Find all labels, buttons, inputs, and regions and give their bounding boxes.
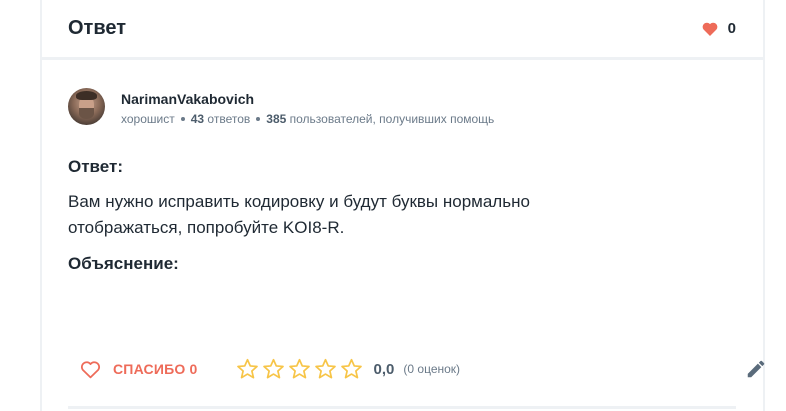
- answer-actions: СПАСИБО 0 0,0 (0 оценок): [80, 355, 765, 383]
- thanks-button[interactable]: СПАСИБО 0: [80, 360, 198, 379]
- rating-count: (0 оценок): [403, 362, 461, 376]
- divider: [68, 406, 736, 409]
- explanation-label: Объяснение:: [68, 254, 179, 273]
- star-outline-icon[interactable]: [288, 358, 311, 380]
- answer-text: Вам нужно исправить кодировку и будут бу…: [68, 189, 628, 241]
- star-outline-icon[interactable]: [314, 358, 337, 380]
- star-outline-icon[interactable]: [236, 358, 259, 380]
- pencil-icon[interactable]: [745, 358, 767, 380]
- answer-card: Ответ 0 NarimanVakabovich хорошист 43 от…: [40, 0, 765, 411]
- heart-icon[interactable]: [702, 22, 718, 36]
- author-rank: хорошист: [121, 112, 175, 126]
- author-meta: хорошист 43 ответов 385 пользователей, п…: [121, 112, 494, 126]
- avatar[interactable]: [68, 88, 105, 125]
- helped-label: пользователей, получивших помощь: [289, 112, 495, 126]
- separator-dot: [180, 117, 185, 121]
- author-name[interactable]: NarimanVakabovich: [121, 91, 494, 107]
- star-outline-icon[interactable]: [340, 358, 363, 380]
- answer-label: Ответ:: [68, 157, 123, 176]
- star-outline-icon[interactable]: [262, 358, 285, 380]
- answer-text-line: Вам нужно исправить кодировку и будут бу…: [68, 192, 530, 211]
- card-header: Ответ 0: [42, 0, 763, 60]
- author-info: NarimanVakabovich хорошист 43 ответов 38…: [121, 88, 494, 126]
- answers-label: ответов: [207, 112, 251, 126]
- author-block: NarimanVakabovich хорошист 43 ответов 38…: [68, 88, 494, 128]
- likes[interactable]: 0: [702, 20, 736, 37]
- answer-title: Ответ: [68, 17, 127, 39]
- answers-count: 43: [190, 112, 205, 126]
- rating-stars: [236, 358, 363, 380]
- helped-count: 385: [266, 112, 287, 126]
- rating-value: 0,0: [373, 360, 395, 378]
- thanks-label: СПАСИБО 0: [113, 361, 198, 377]
- separator-dot: [256, 117, 261, 121]
- likes-count: 0: [727, 20, 736, 37]
- answer-text-line: отображаться, попробуйте KOI8-R.: [68, 218, 345, 237]
- heart-outline-icon: [81, 360, 100, 378]
